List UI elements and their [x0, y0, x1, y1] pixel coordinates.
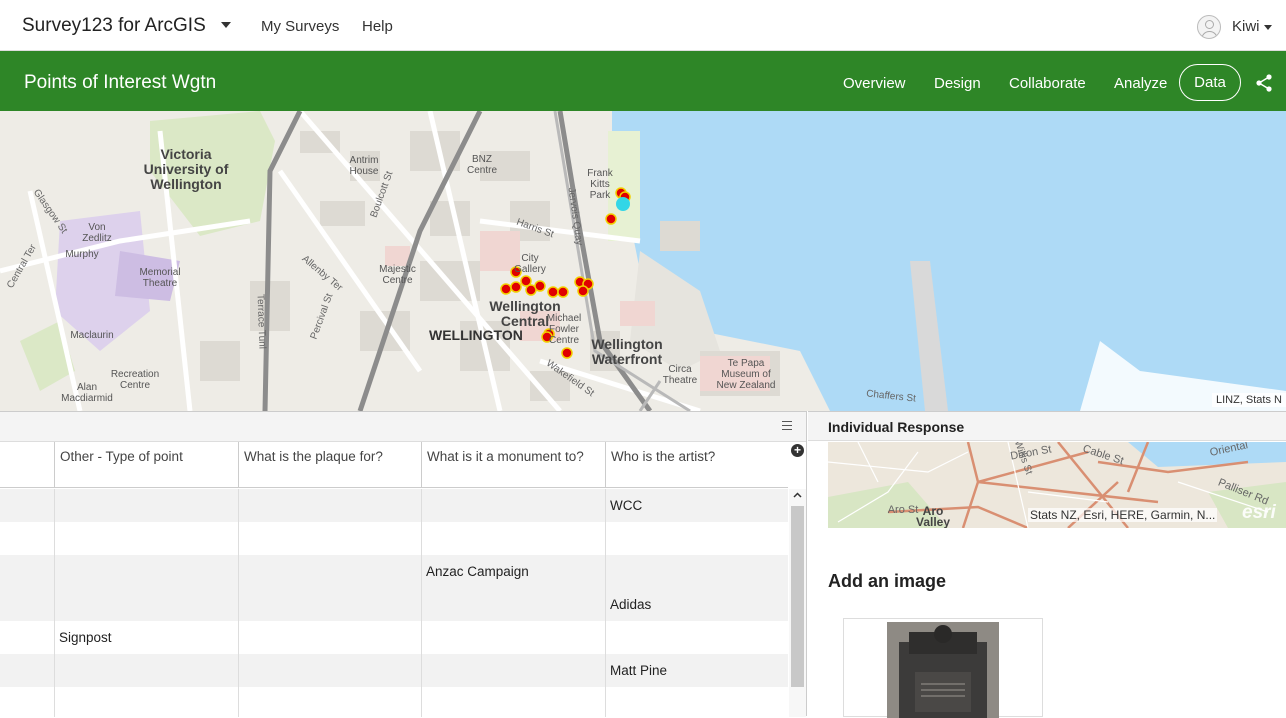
map-label-bnz: BNZ Centre [466, 154, 497, 176]
attached-photo[interactable] [887, 622, 999, 718]
table-cell-artist[interactable]: Adidas [606, 588, 788, 621]
response-title: Individual Response [828, 419, 965, 435]
individual-response-panel: Individual Response Willis St Dixon St C… [808, 411, 1286, 718]
table-body: WCC Anzac Campaign Adidas Signpost Matt … [0, 489, 788, 717]
map-label-antrim: Antrim House [349, 155, 379, 177]
tab-design[interactable]: Design [934, 75, 981, 92]
map-label-victoria: Victoria University of Wellington [143, 146, 229, 192]
add-column-icon[interactable]: + [791, 444, 804, 457]
scroll-thumb[interactable] [791, 506, 804, 687]
map-label-te-papa: Te Papa Museum of New Zealand [716, 358, 776, 391]
map-label-murphy: Murphy [65, 249, 99, 260]
nav-help[interactable]: Help [362, 18, 393, 35]
column-header-monument[interactable]: What is it a monument to? [422, 442, 606, 488]
map-attribution: LINZ, Stats N [1211, 393, 1286, 407]
table-row[interactable] [0, 522, 788, 555]
table-cell-artist[interactable]: Matt Pine [606, 654, 788, 687]
tab-collaborate[interactable]: Collaborate [1009, 75, 1086, 92]
column-header-plaque[interactable]: What is the plaque for? [239, 442, 422, 488]
column-header-previous[interactable] [0, 442, 55, 488]
map-label-wellington: WELLINGTON [429, 327, 523, 343]
share-icon[interactable] [1254, 73, 1274, 93]
table-row[interactable]: Matt Pine [0, 654, 788, 687]
table-cell-artist[interactable]: WCC [606, 489, 788, 522]
survey-results-map[interactable]: Victoria University of Wellington Antrim… [0, 111, 1286, 411]
table-header: Other - Type of point What is the plaque… [0, 442, 788, 488]
mini-map-attribution: Stats NZ, Esri, HERE, Garmin, N... [1028, 508, 1218, 522]
column-header-other-type[interactable]: Other - Type of point [55, 442, 239, 488]
table-cell-monument[interactable]: Anzac Campaign [422, 555, 606, 588]
app-title[interactable]: Survey123 for ArcGIS [22, 15, 206, 37]
map-label-frank-kitts: Frank Kitts Park [587, 168, 613, 201]
survey-title: Points of Interest Wgtn [24, 72, 217, 93]
user-menu-caret-icon[interactable] [1264, 25, 1272, 30]
user-name[interactable]: Kiwi [1232, 18, 1260, 35]
table-row[interactable]: WCC [0, 489, 788, 522]
response-location-map[interactable]: Willis St Dixon St Cable St Oriental Pal… [828, 442, 1286, 528]
map-label-waterfront: Wellington Waterfront [591, 336, 663, 367]
image-attachment-card[interactable] [843, 618, 1043, 718]
map-label-michael-fowler: Michael Fowler Centre [546, 313, 582, 346]
column-header-artist[interactable]: Who is the artist? [606, 442, 788, 488]
data-table-panel: Other - Type of point What is the plaque… [0, 411, 807, 717]
table-menu-icon[interactable] [782, 421, 792, 431]
table-row[interactable]: Adidas [0, 588, 788, 621]
add-image-heading: Add an image [828, 571, 947, 591]
table-cell-other-type[interactable]: Signpost [55, 621, 239, 654]
survey-header-bar: Points of Interest Wgtn Overview Design … [0, 51, 1286, 111]
plaque-photo-image [887, 622, 999, 718]
top-navigation-bar: Survey123 for ArcGIS My Surveys Help Kiw… [0, 0, 1286, 51]
map-label-majestic: Majestic Centre [379, 264, 416, 286]
map-label-circa: Circa Theatre [662, 364, 698, 386]
mini-map-label-aro-valley: Aro Valley [915, 504, 951, 528]
scroll-up-icon[interactable] [793, 491, 802, 500]
tab-data[interactable]: Data [1179, 64, 1241, 101]
tab-analyze[interactable]: Analyze [1114, 75, 1167, 92]
map-label-alan-macdiarmid: Alan Macdiarmid [61, 382, 113, 404]
nav-my-surveys[interactable]: My Surveys [261, 18, 339, 35]
selected-point [616, 197, 630, 211]
map-label-maclaurin: Maclaurin [70, 330, 114, 341]
app-menu-caret-icon[interactable] [221, 22, 231, 28]
map-label-city-gallery: City Gallery [514, 253, 546, 275]
tab-overview[interactable]: Overview [843, 75, 906, 92]
table-row[interactable]: Signpost [0, 621, 788, 654]
response-header: Individual Response [808, 412, 1286, 441]
table-row[interactable] [0, 687, 788, 717]
esri-logo: esri [1242, 502, 1276, 523]
table-toolbar [0, 412, 806, 442]
table-row[interactable]: Anzac Campaign [0, 555, 788, 588]
table-scrollbar[interactable] [789, 489, 806, 717]
map-label-von-zedlitz: Von Zedlitz [82, 222, 112, 244]
user-avatar-icon[interactable] [1197, 15, 1221, 39]
map-label-memorial-theatre: Memorial Theatre [139, 267, 181, 289]
